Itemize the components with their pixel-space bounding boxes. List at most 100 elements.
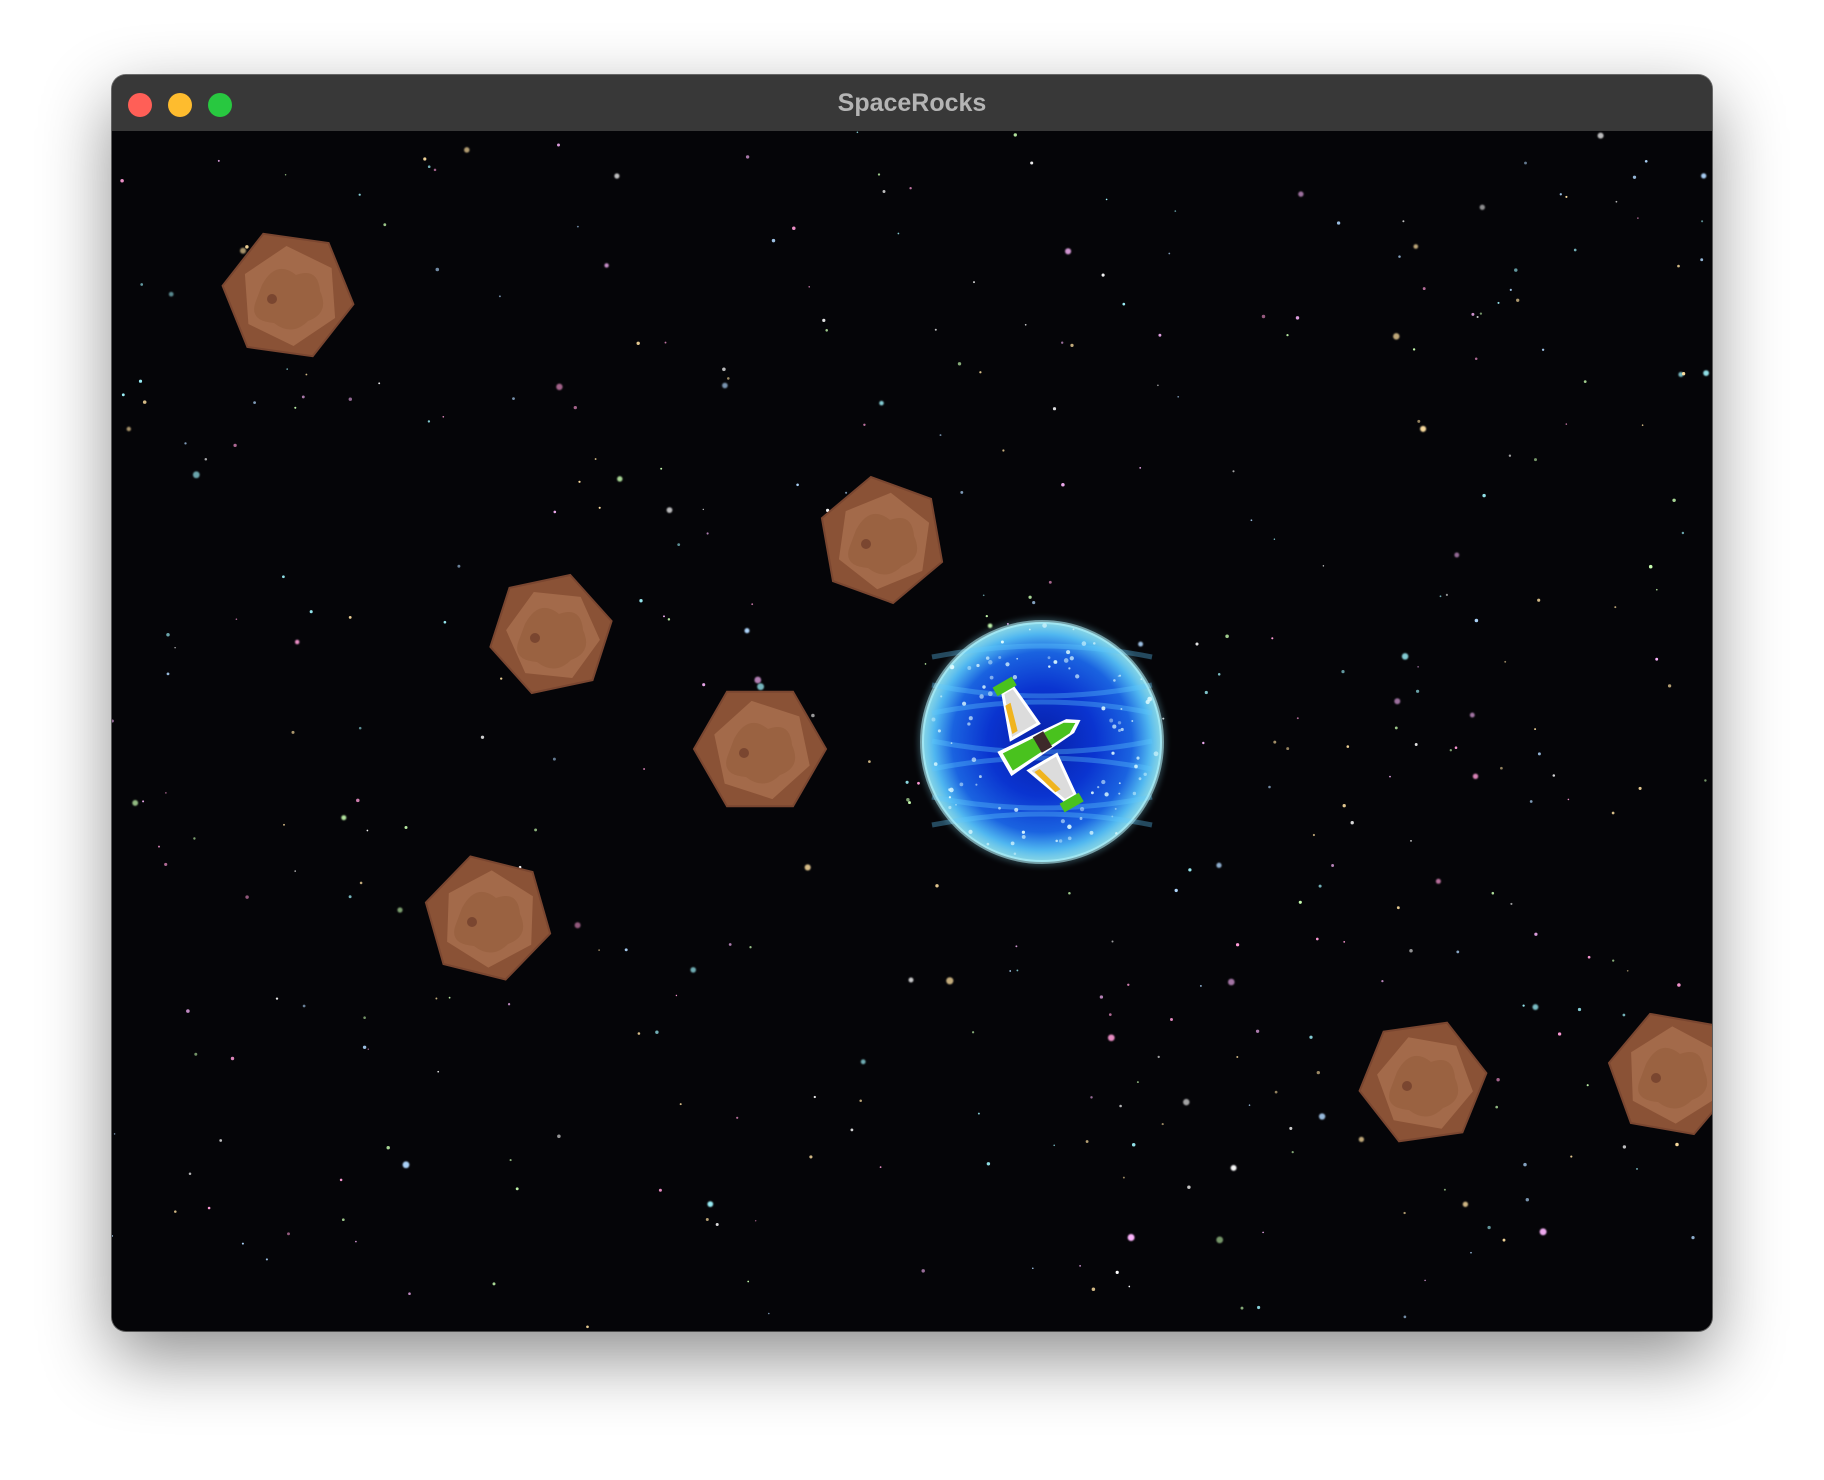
star — [1286, 747, 1290, 751]
star — [666, 507, 673, 513]
star — [1028, 595, 1032, 599]
star — [985, 614, 988, 618]
star — [1393, 333, 1400, 340]
star — [138, 379, 143, 383]
star — [1410, 840, 1412, 842]
star — [366, 829, 369, 832]
star — [1612, 959, 1615, 962]
star — [1127, 1234, 1135, 1241]
star — [1183, 1098, 1190, 1106]
star — [845, 491, 848, 494]
star — [1552, 774, 1556, 777]
star — [498, 295, 501, 298]
star — [282, 575, 285, 579]
star — [1422, 287, 1426, 291]
star — [986, 1162, 991, 1166]
star — [1316, 1070, 1320, 1075]
star — [1474, 357, 1478, 360]
star — [1704, 779, 1707, 782]
star — [1534, 728, 1537, 731]
star — [614, 173, 620, 179]
star — [1449, 749, 1452, 752]
star — [1204, 690, 1208, 695]
star — [909, 187, 912, 190]
star — [1202, 741, 1205, 745]
star — [1161, 1123, 1164, 1126]
star — [908, 977, 914, 983]
star — [1701, 220, 1704, 223]
star — [309, 610, 313, 614]
star — [1232, 470, 1235, 473]
star — [971, 1031, 975, 1034]
star — [574, 922, 581, 929]
star — [291, 730, 295, 734]
star — [239, 247, 247, 254]
star — [142, 800, 145, 803]
star — [1061, 341, 1064, 344]
game-canvas[interactable] — [112, 131, 1712, 1331]
star — [1417, 419, 1421, 423]
star — [1016, 969, 1019, 972]
star — [1615, 200, 1618, 203]
star — [1597, 132, 1604, 139]
star — [1322, 565, 1325, 567]
star — [1389, 775, 1391, 778]
star — [825, 329, 828, 332]
star — [1525, 1198, 1530, 1202]
star — [1053, 1144, 1055, 1147]
star — [348, 615, 352, 619]
star — [1637, 217, 1639, 219]
star — [1469, 712, 1475, 718]
star — [1236, 1056, 1239, 1058]
star — [702, 508, 705, 511]
star — [594, 458, 597, 460]
star — [378, 382, 381, 385]
star — [427, 420, 431, 423]
star — [1567, 798, 1570, 801]
star — [715, 1222, 719, 1227]
star — [667, 618, 671, 621]
star — [917, 781, 920, 785]
star — [1412, 348, 1416, 351]
star — [348, 397, 352, 401]
star — [1315, 937, 1319, 941]
star — [1587, 955, 1591, 959]
star — [1168, 252, 1171, 255]
star — [404, 826, 408, 829]
star — [1296, 717, 1299, 720]
star — [1559, 193, 1562, 196]
star — [219, 1139, 223, 1142]
star — [860, 1059, 866, 1065]
star — [1681, 531, 1685, 535]
star — [979, 371, 982, 374]
star — [284, 174, 287, 176]
star — [1261, 314, 1266, 319]
star — [435, 267, 440, 272]
star — [1268, 785, 1271, 789]
star — [679, 1103, 682, 1106]
star — [433, 168, 437, 172]
star — [822, 318, 826, 322]
star — [1703, 370, 1709, 376]
star — [1502, 1238, 1506, 1242]
star — [908, 801, 911, 805]
star — [301, 395, 305, 399]
star — [1199, 984, 1202, 987]
star — [850, 1128, 854, 1132]
star — [877, 173, 881, 176]
star — [1138, 641, 1144, 647]
star — [643, 768, 646, 770]
star — [1195, 642, 1199, 646]
star — [1015, 945, 1018, 948]
star — [241, 1242, 244, 1245]
star — [1122, 302, 1126, 306]
star — [1090, 1096, 1093, 1099]
star — [1070, 343, 1074, 348]
star — [356, 798, 360, 803]
star — [573, 405, 577, 410]
star — [1177, 395, 1180, 398]
star — [1381, 979, 1384, 983]
star — [1443, 1188, 1446, 1191]
star — [946, 977, 954, 985]
star — [1413, 244, 1419, 249]
